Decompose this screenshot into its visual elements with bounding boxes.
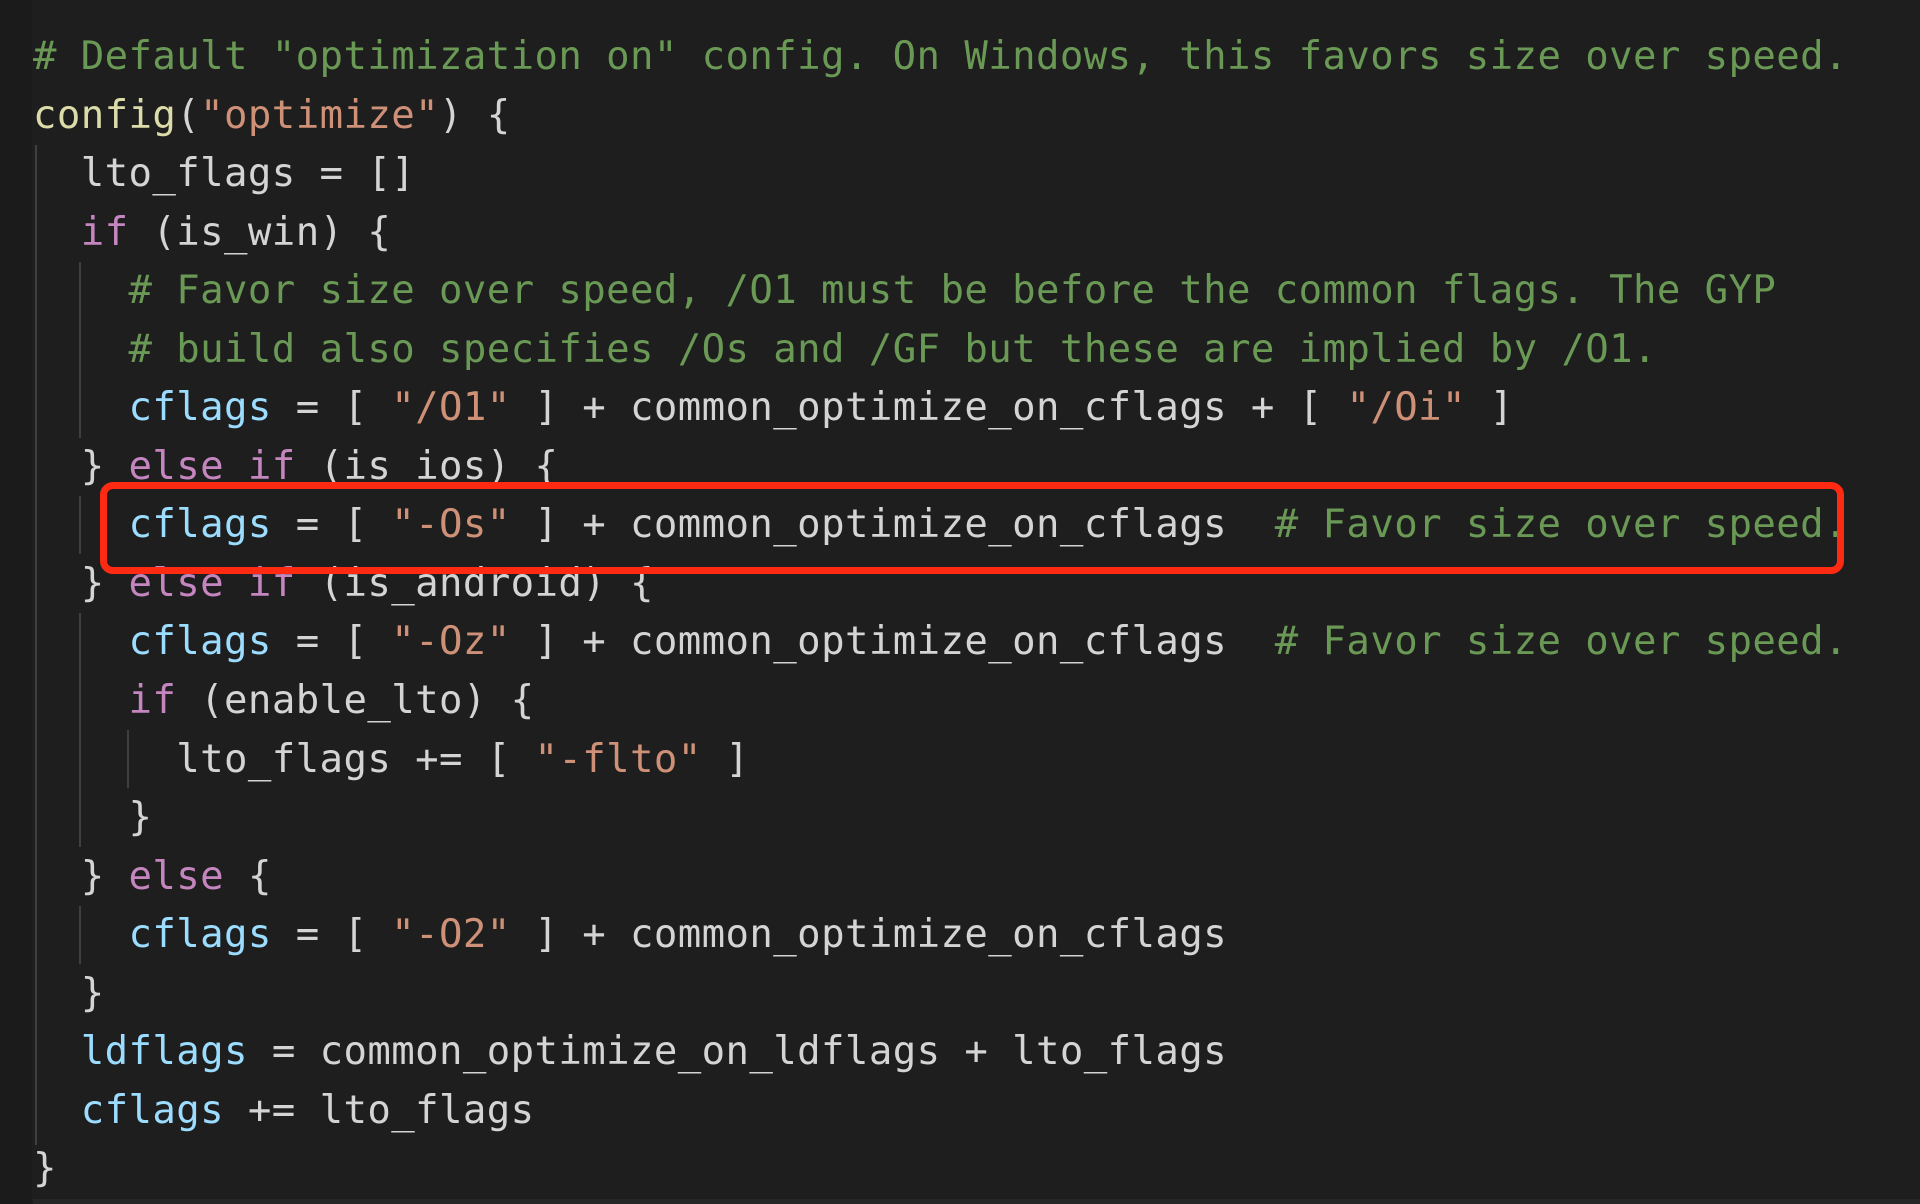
comment-token: # build also specifies /Os and /GF but t… [128,326,1657,372]
string-token: "/O1" [391,385,511,431]
code-line[interactable]: config("optimize") { [33,87,1920,146]
function-token: config [33,92,177,138]
variable-token: cflags [128,912,272,958]
code-token: ] + common_optimize_on_cflags + [ [510,385,1347,431]
code-token: (enable_lto) { [176,678,535,724]
highlight-annotation-box [100,482,1844,574]
code-line[interactable]: lto_flags += [ "-flto" ] [33,731,1920,790]
code-line[interactable]: lto_flags = [] [33,145,1920,204]
code-token: += lto_flags [224,1087,535,1133]
comment-token: # Default "optimization on" config. On W… [33,34,1848,79]
code-token: = common_optimize_on_ldflags + lto_flags [247,1029,1228,1075]
code-token: } [33,853,129,899]
code-line[interactable]: # Favor size over speed, /O1 must be bef… [33,262,1920,321]
editor-bottom-edge [33,1199,1920,1204]
variable-token: cflags [128,385,272,431]
keyword-token: if [80,209,129,255]
code-token: (is_win) { [128,209,392,255]
string-token: "/Oi" [1346,385,1466,431]
variable-token: cflags [128,619,272,665]
code-line[interactable]: } [33,1140,1920,1199]
code-line[interactable]: # build also specifies /Os and /GF but t… [33,321,1920,380]
keyword-token: else [128,853,225,899]
code-token: } [33,970,105,1016]
comment-token: # Favor size over speed, /O1 must be bef… [128,268,1777,314]
code-token: ] + common_optimize_on_cflags [510,912,1228,958]
code-line[interactable]: if (enable_lto) { [33,672,1920,731]
code-token: ) { [438,92,511,138]
code-editor[interactable]: # Default "optimization on" config. On W… [33,28,1920,1199]
code-token: = [ [271,619,392,665]
code-line[interactable]: } else { [33,848,1920,907]
editor-gutter [0,0,32,1204]
code-token: ] [1465,385,1514,431]
string-token: "optimize" [200,92,439,138]
variable-token: ldflags [80,1029,248,1075]
code-line[interactable]: } [33,965,1920,1024]
code-line[interactable]: cflags = [ "/O1" ] + common_optimize_on_… [33,379,1920,438]
code-token: } [33,1146,57,1192]
code-token: ( [176,92,201,138]
code-line[interactable]: cflags = [ "-Oz" ] + common_optimize_on_… [33,613,1920,672]
code-line[interactable]: } [33,789,1920,848]
code-token: { [224,853,272,899]
code-line[interactable]: cflags = [ "-O2" ] + common_optimize_on_… [33,906,1920,965]
comment-token: # Favor size over speed. [1274,619,1848,665]
code-line[interactable]: if (is_win) { [33,204,1920,263]
code-token: = [ [271,385,392,431]
code-line[interactable]: # Default "optimization on" config. On W… [33,28,1920,87]
code-token: ] [701,736,750,782]
string-token: "-Oz" [391,619,511,665]
string-token: "-flto" [534,736,702,782]
code-token: lto_flags += [ [33,736,535,782]
code-token: } [33,795,153,841]
code-token: lto_flags = [] [33,151,416,197]
code-token: ] + common_optimize_on_cflags [510,619,1275,665]
variable-token: cflags [80,1087,225,1133]
code-line[interactable]: ldflags = common_optimize_on_ldflags + l… [33,1023,1920,1082]
code-line[interactable]: cflags += lto_flags [33,1082,1920,1141]
keyword-token: if [128,678,177,724]
string-token: "-O2" [391,912,511,958]
code-token: = [ [271,912,392,958]
